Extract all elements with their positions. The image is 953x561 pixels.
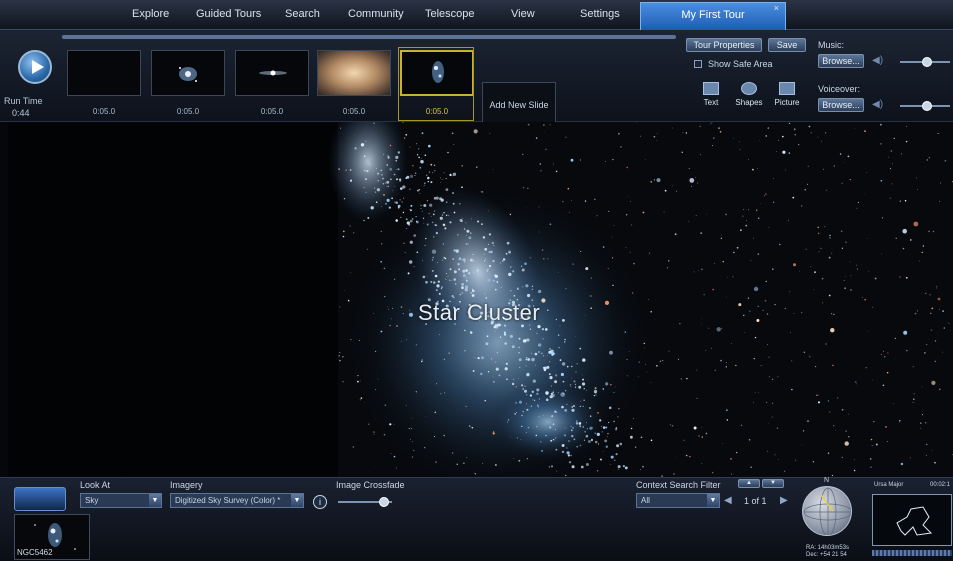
tour-editor-panel: Run Time 0:44 0:05.0 0:05.0 0:05.0 0:05.… [0, 30, 953, 128]
menu-view[interactable]: View [511, 8, 535, 20]
info-icon[interactable]: i [313, 495, 327, 509]
slide-thumbnail [67, 50, 141, 96]
text-tool-label: Text [703, 98, 719, 107]
slide-duration[interactable]: 0:05.0 [235, 107, 309, 116]
picture-icon [779, 82, 795, 95]
slide-thumbnail [151, 50, 225, 96]
page-indicator: 1 of 1 [744, 496, 767, 506]
show-safe-area-label: Show Safe Area [708, 59, 773, 69]
context-filter-value: All [641, 496, 650, 505]
chevron-down-icon: ▼ [291, 494, 303, 507]
menu-settings[interactable]: Settings [580, 8, 620, 20]
bottom-panel: Look At Sky ▼ Imagery Digitized Sky Surv… [0, 477, 953, 561]
imagery-label: Imagery [170, 480, 203, 490]
text-tool-button[interactable]: Text [694, 80, 728, 116]
close-icon[interactable]: × [774, 3, 779, 13]
shapes-icon [741, 82, 757, 95]
dec-readout: Dec: +54 21 54 [806, 552, 847, 558]
scroll-up-button[interactable]: ▲ [738, 479, 760, 488]
next-page-icon[interactable]: ▶ [780, 495, 788, 506]
menu-explore[interactable]: Explore [132, 8, 169, 20]
slide-4[interactable]: 0:05.0 [317, 50, 391, 126]
chevron-down-icon: ▼ [149, 494, 161, 507]
slide-2[interactable]: 0:05.0 [151, 50, 225, 126]
slide-duration[interactable]: 0:05.0 [67, 107, 141, 116]
constellation-label: Ursa Major [874, 482, 904, 488]
compass-globe[interactable] [802, 486, 852, 536]
menu-community[interactable]: Community [348, 8, 404, 20]
tab-my-first-tour[interactable]: My First Tour × [640, 2, 786, 30]
imagery-dropdown[interactable]: Digitized Sky Survey (Color) * ▼ [170, 493, 304, 508]
chevron-down-icon: ▼ [707, 494, 719, 507]
timeline-bar[interactable] [62, 35, 676, 39]
text-icon [703, 82, 719, 95]
tab-my-first-tour-label: My First Tour [681, 9, 745, 21]
play-button[interactable] [18, 50, 52, 84]
show-safe-area-checkbox[interactable] [694, 60, 702, 68]
look-at-thumbnail[interactable] [14, 487, 66, 511]
slide-3[interactable]: 0:05.0 [235, 50, 309, 126]
music-volume-knob[interactable] [922, 57, 932, 67]
context-search-filter-label: Context Search Filter [636, 480, 721, 490]
look-at-label: Look At [80, 480, 111, 490]
menu-search[interactable]: Search [285, 8, 320, 20]
speaker-icon[interactable]: ◀) [872, 99, 884, 111]
imagery-value: Digitized Sky Survey (Color) * [175, 496, 281, 505]
ra-readout: RA: 14h03m53s [806, 545, 850, 551]
picture-tool-button[interactable]: Picture [770, 80, 804, 116]
tour-properties-button[interactable]: Tour Properties [686, 38, 762, 52]
run-time-value: 0:44 [12, 108, 30, 118]
slide-thumbnail [400, 50, 474, 96]
voiceover-browse-button[interactable]: Browse... [818, 98, 864, 112]
previous-page-icon[interactable]: ◀ [724, 495, 732, 506]
voiceover-volume-knob[interactable] [922, 101, 932, 111]
shapes-tool-label: Shapes [735, 98, 763, 107]
image-crossfade-knob[interactable] [378, 497, 389, 507]
image-crossfade-label: Image Crossfade [336, 480, 405, 490]
run-time-label: Run Time [4, 96, 43, 106]
menu-telescope[interactable]: Telescope [425, 8, 475, 20]
constellation-minimap[interactable] [872, 494, 952, 546]
shapes-tool-button[interactable]: Shapes [732, 80, 766, 116]
slide-duration[interactable]: 0:05.0 [317, 107, 391, 116]
result-label: NGC5462 [17, 548, 53, 557]
scroll-down-button[interactable]: ▼ [762, 479, 784, 488]
music-browse-button[interactable]: Browse... [818, 54, 864, 68]
picture-tool-label: Picture [774, 98, 800, 107]
look-at-dropdown[interactable]: Sky ▼ [80, 493, 162, 508]
look-at-value: Sky [85, 496, 99, 505]
speaker-icon[interactable]: ◀) [872, 55, 884, 67]
context-filter-dropdown[interactable]: All ▼ [636, 493, 720, 508]
time-scrubber[interactable] [872, 550, 952, 556]
music-label: Music: [818, 40, 845, 50]
time-readout: 00:02:1 [930, 482, 951, 488]
slide-thumbnail [235, 50, 309, 96]
sky-view[interactable]: Star Cluster [8, 122, 953, 477]
sky-caption[interactable]: Star Cluster [418, 300, 540, 326]
compass-north-label: N [824, 477, 830, 484]
menu-guided-tours[interactable]: Guided Tours [196, 8, 261, 20]
slide-duration[interactable]: 0:05.0 [400, 107, 474, 116]
slide-thumbnail [317, 50, 391, 96]
menu-bar: Explore Guided Tours Search Community Te… [0, 0, 953, 30]
voiceover-label: Voiceover: [818, 84, 861, 94]
slide-5[interactable]: 0:05.0 [400, 50, 474, 126]
save-button[interactable]: Save [768, 38, 806, 52]
slide-1[interactable]: 0:05.0 [67, 50, 141, 126]
slide-duration[interactable]: 0:05.0 [151, 107, 225, 116]
